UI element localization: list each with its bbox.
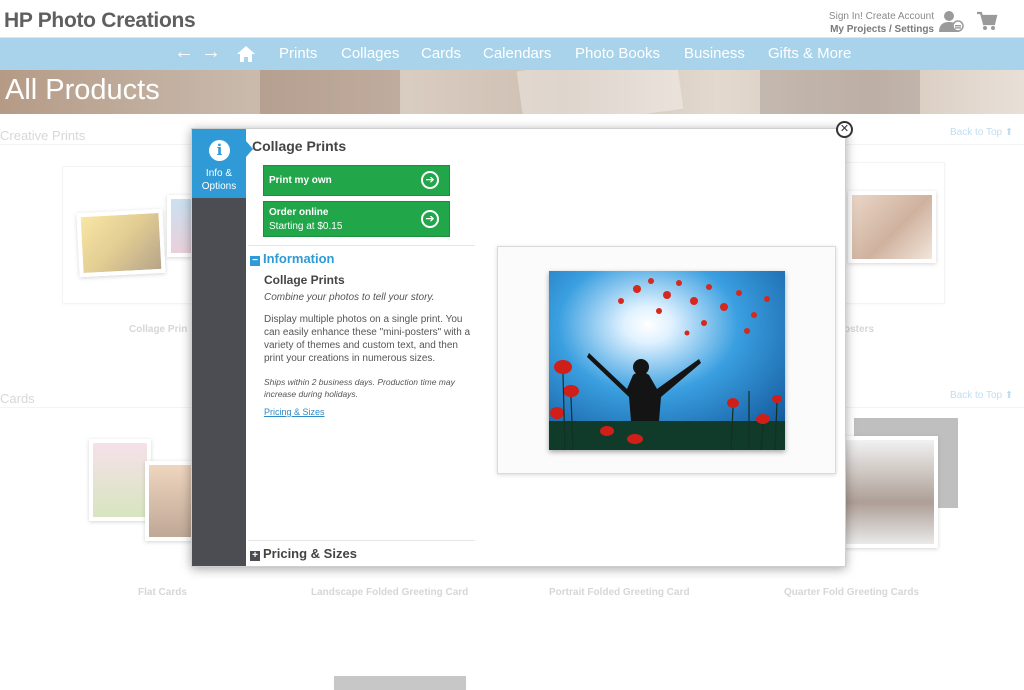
modal-divider — [248, 245, 475, 246]
info-description: Display multiple photos on a single prin… — [264, 314, 471, 364]
nav-prints[interactable]: Prints — [279, 45, 317, 62]
preview-image-graphic — [549, 271, 785, 450]
collage-preview-frame — [497, 246, 836, 474]
user-icon[interactable] — [938, 9, 964, 33]
top-bar: HP Photo Creations Sign In! Create Accou… — [0, 0, 1024, 38]
pricing-accordion-header[interactable]: + Pricing & Sizes — [250, 546, 357, 561]
order-online-price: Starting at $0.15 — [269, 221, 343, 232]
pricing-header-label: Pricing & Sizes — [263, 546, 357, 561]
hero-banner: All Products — [0, 70, 1024, 114]
arrow-right-circle-icon: ➔ — [421, 210, 439, 228]
modal-title: Collage Prints — [252, 138, 347, 154]
product-info-modal: i Info & Options Collage Prints Print my… — [191, 128, 846, 567]
nav-photo-books[interactable]: Photo Books — [575, 45, 660, 62]
print-my-own-label: Print my own — [269, 175, 332, 186]
order-online-label: Order online — [269, 207, 329, 218]
arrow-right-circle-icon: ➔ — [421, 171, 439, 189]
tab-info-options[interactable]: i Info & Options — [192, 129, 246, 198]
back-arrow-icon[interactable]: ← — [174, 41, 194, 63]
account-links: Sign In! Create Account My Projects / Se… — [829, 10, 934, 36]
modal-divider-bottom — [248, 540, 475, 541]
cart-icon[interactable] — [976, 11, 998, 31]
tab-label-line1: Info & — [205, 168, 233, 179]
my-projects-link[interactable]: My Projects / Settings — [829, 23, 934, 36]
tab-label-line2: Options — [201, 181, 237, 192]
hero-photo-people — [260, 70, 400, 114]
information-accordion-header[interactable]: − Information — [250, 251, 335, 266]
hero-photo-tools — [760, 70, 920, 114]
info-subtitle: Collage Prints — [264, 273, 345, 287]
pricing-sizes-link[interactable]: Pricing & Sizes — [264, 407, 325, 417]
nav-business[interactable]: Business — [684, 45, 745, 62]
main-nav: ← → Prints Collages Cards Calendars Phot… — [0, 38, 1024, 70]
info-shipping-note: Ships within 2 business days. Production… — [264, 377, 455, 399]
nav-calendars[interactable]: Calendars — [483, 45, 551, 62]
info-tagline: Combine your photos to tell your story. — [264, 292, 435, 303]
order-online-button[interactable]: Order online Starting at $0.15 ➔ — [263, 201, 450, 237]
tab-info-options-label: Info & Options — [192, 167, 246, 193]
brand-logo[interactable]: HP Photo Creations — [4, 9, 196, 33]
page-title: All Products — [5, 74, 160, 106]
home-icon[interactable] — [237, 46, 255, 62]
minus-box-icon: − — [250, 256, 260, 266]
collage-preview-photo — [549, 271, 785, 450]
close-icon[interactable]: ✕ — [836, 121, 853, 138]
nav-gifts-more[interactable]: Gifts & More — [768, 45, 851, 62]
info-icon: i — [209, 140, 230, 161]
sign-in-link[interactable]: Sign In! Create Account — [829, 10, 934, 23]
print-my-own-button[interactable]: Print my own ➔ — [263, 165, 450, 196]
plus-box-icon: + — [250, 551, 260, 561]
information-header-label: Information — [263, 251, 335, 266]
forward-arrow-icon[interactable]: → — [201, 41, 221, 63]
hero-photo-card — [516, 70, 684, 114]
nav-cards[interactable]: Cards — [421, 45, 461, 62]
nav-collages[interactable]: Collages — [341, 45, 399, 62]
